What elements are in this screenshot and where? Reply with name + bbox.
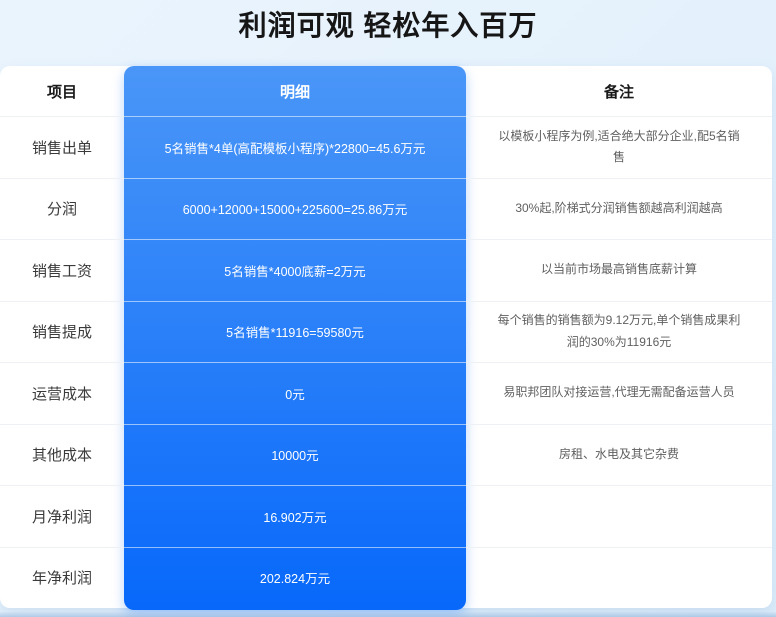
table-row: 分润 6000+12000+15000+225600=25.86万元 30%起,… <box>0 178 772 240</box>
note-cell: 易职邦团队对接运营,代理无需配备运营人员 <box>466 362 772 424</box>
detail-cell: 10000元 <box>124 424 466 486</box>
item-cell: 月净利润 <box>0 485 124 547</box>
detail-cell: 5名销售*11916=59580元 <box>124 301 466 363</box>
table-row: 月净利润 16.902万元 <box>0 485 772 547</box>
table-row: 年净利润 202.824万元 <box>0 547 772 609</box>
note-cell <box>466 547 772 609</box>
item-cell: 销售工资 <box>0 239 124 301</box>
table-row: 运营成本 0元 易职邦团队对接运营,代理无需配备运营人员 <box>0 362 772 424</box>
detail-cell: 5名销售*4单(高配模板小程序)*22800=45.6万元 <box>124 116 466 178</box>
note-cell: 以当前市场最高销售底薪计算 <box>466 239 772 301</box>
detail-cell: 16.902万元 <box>124 485 466 547</box>
item-cell: 年净利润 <box>0 547 124 609</box>
profit-table-card: 项目 明细 备注 销售出单 5名销售*4单(高配模板小程序)*22800=45.… <box>0 66 772 608</box>
detail-cell: 202.824万元 <box>124 547 466 609</box>
table-header-row: 项目 明细 备注 <box>0 66 772 116</box>
item-cell: 销售出单 <box>0 116 124 178</box>
item-cell: 其他成本 <box>0 424 124 486</box>
header-cell-detail: 明细 <box>124 66 466 116</box>
table-row: 销售提成 5名销售*11916=59580元 每个销售的销售额为9.12万元,单… <box>0 301 772 363</box>
table-row: 其他成本 10000元 房租、水电及其它杂费 <box>0 424 772 486</box>
item-cell: 分润 <box>0 178 124 240</box>
detail-cell: 5名销售*4000底薪=2万元 <box>124 239 466 301</box>
header-cell-note: 备注 <box>466 66 772 116</box>
note-cell: 房租、水电及其它杂费 <box>466 424 772 486</box>
detail-cell: 0元 <box>124 362 466 424</box>
note-cell: 30%起,阶梯式分润销售额越高利润越高 <box>466 178 772 240</box>
profit-table: 项目 明细 备注 销售出单 5名销售*4单(高配模板小程序)*22800=45.… <box>0 66 772 608</box>
table-body: 销售出单 5名销售*4单(高配模板小程序)*22800=45.6万元 以模板小程… <box>0 116 772 608</box>
note-cell <box>466 485 772 547</box>
header-cell-item: 项目 <box>0 66 124 116</box>
item-cell: 运营成本 <box>0 362 124 424</box>
item-cell: 销售提成 <box>0 301 124 363</box>
bottom-shadow <box>0 612 776 617</box>
page-title: 利润可观 轻松年入百万 <box>0 0 776 58</box>
detail-cell: 6000+12000+15000+225600=25.86万元 <box>124 178 466 240</box>
table-row: 销售工资 5名销售*4000底薪=2万元 以当前市场最高销售底薪计算 <box>0 239 772 301</box>
note-cell: 每个销售的销售额为9.12万元,单个销售成果利润的30%为11916元 <box>466 301 772 363</box>
note-cell: 以模板小程序为例,适合绝大部分企业,配5名销售 <box>466 116 772 178</box>
table-row: 销售出单 5名销售*4单(高配模板小程序)*22800=45.6万元 以模板小程… <box>0 116 772 178</box>
